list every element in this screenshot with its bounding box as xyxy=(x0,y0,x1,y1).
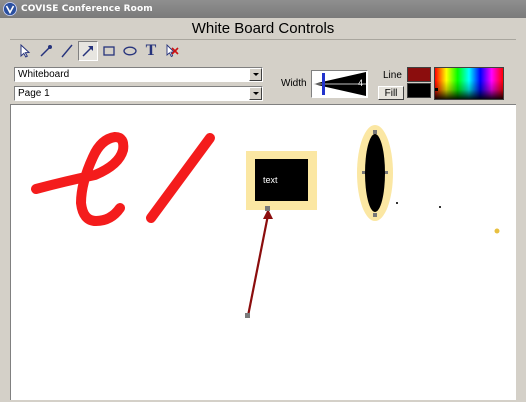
delete-tool-button[interactable] xyxy=(162,41,182,61)
select-tool-button[interactable] xyxy=(15,41,35,61)
text-tool-button[interactable]: T xyxy=(141,41,161,61)
selection-handle[interactable] xyxy=(373,213,377,217)
selection-handle[interactable] xyxy=(362,171,365,174)
width-slider-thumb[interactable] xyxy=(322,73,325,95)
conference-room-window: COVISE Conference Room White Board Contr… xyxy=(0,0,526,402)
canvas-dot xyxy=(494,228,500,234)
delete-pointer-icon xyxy=(166,44,179,58)
window-title: COVISE Conference Room xyxy=(21,4,153,14)
line-icon xyxy=(61,44,73,58)
line-color-label: Line xyxy=(383,70,402,81)
selection-handle[interactable] xyxy=(245,313,250,318)
fill-color-swatch[interactable] xyxy=(407,83,431,98)
whiteboard-canvas[interactable]: text xyxy=(10,104,516,400)
document-select[interactable]: Whiteboard xyxy=(14,67,263,82)
arrow-shaft[interactable] xyxy=(246,214,270,317)
ellipse-fill xyxy=(365,134,385,212)
selection-handle[interactable] xyxy=(373,130,377,134)
text-box-label: text xyxy=(263,175,278,185)
rectangle-tool-button[interactable] xyxy=(99,41,119,61)
color-palette[interactable] xyxy=(434,67,504,100)
text-icon: T xyxy=(145,42,157,59)
arrow-tool-button[interactable] xyxy=(78,41,98,61)
palette-marker xyxy=(435,88,438,91)
canvas-dot xyxy=(396,202,398,204)
rectangle-icon xyxy=(103,46,115,56)
title-bar: COVISE Conference Room xyxy=(0,0,526,18)
width-slider[interactable]: 4 xyxy=(311,70,368,98)
pen-icon xyxy=(40,45,52,57)
freehand-letter-stroke[interactable] xyxy=(31,132,129,226)
pointer-icon xyxy=(20,44,31,58)
width-label: Width xyxy=(281,78,307,89)
chevron-down-icon[interactable] xyxy=(249,87,262,100)
canvas-dot xyxy=(439,206,441,208)
fill-button[interactable]: Fill xyxy=(378,86,404,100)
drawing-toolbar: T xyxy=(10,39,516,62)
controls-panel: Whiteboard Page 1 Width 4 Line Fill xyxy=(10,62,516,104)
page-select-value: Page 1 xyxy=(18,88,50,99)
selection-handle[interactable] xyxy=(385,171,388,174)
covise-app-icon xyxy=(3,2,17,16)
selection-handle[interactable] xyxy=(265,206,270,211)
ellipse-tool-button[interactable] xyxy=(120,41,140,61)
arrow-icon xyxy=(82,46,93,57)
width-value: 4 xyxy=(357,78,363,88)
line-color-swatch[interactable] xyxy=(407,67,431,82)
panel-title: White Board Controls xyxy=(191,20,335,37)
line-tool-button[interactable] xyxy=(57,41,77,61)
document-select-value: Whiteboard xyxy=(18,69,70,80)
page-select[interactable]: Page 1 xyxy=(14,86,263,101)
ellipse-icon xyxy=(123,46,137,56)
freehand-slash-stroke[interactable] xyxy=(146,133,215,223)
pen-tool-button[interactable] xyxy=(36,41,56,61)
whiteboard-drawing: text xyxy=(31,125,500,318)
chevron-down-icon[interactable] xyxy=(249,68,262,81)
